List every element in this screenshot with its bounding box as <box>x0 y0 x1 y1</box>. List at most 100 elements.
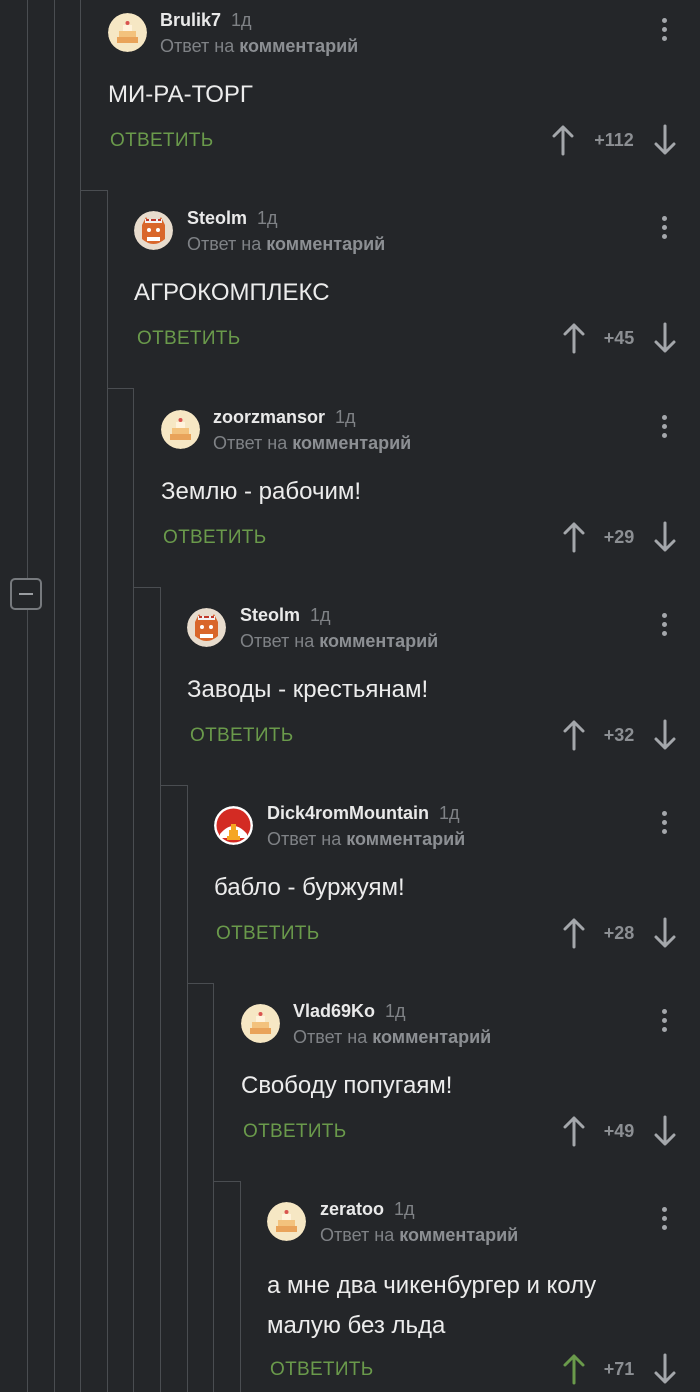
downvote-arrow-icon[interactable] <box>653 521 677 553</box>
downvote-arrow-icon[interactable] <box>653 1353 677 1385</box>
upvote-arrow-icon[interactable] <box>551 124 575 156</box>
default-cake-avatar-icon[interactable] <box>108 13 147 52</box>
comment-rating: +45 <box>603 328 635 348</box>
more-options-icon[interactable] <box>654 415 674 445</box>
comment-author[interactable]: zoorzmansor 1д <box>213 407 356 428</box>
reply-button[interactable]: ОТВЕТИТЬ <box>110 130 213 152</box>
thread-branch <box>133 587 160 588</box>
tiger-avatar-icon[interactable] <box>134 211 173 250</box>
tiger-avatar-icon[interactable] <box>187 608 226 647</box>
comment-text: МИ-РА-ТОРГ <box>108 81 253 108</box>
comment-author[interactable]: Steolm 1д <box>240 605 331 626</box>
username[interactable]: zeratoo <box>320 1199 384 1219</box>
reply-target-link[interactable]: комментарий <box>292 433 411 453</box>
reply-target-link[interactable]: комментарий <box>346 829 465 849</box>
thread-branch <box>80 190 107 191</box>
reply-prefix: Ответ на <box>160 36 235 56</box>
upvote-arrow-icon[interactable] <box>562 521 586 553</box>
comment-age: 1д <box>257 208 278 228</box>
reply-button[interactable]: ОТВЕТИТЬ <box>163 527 266 549</box>
upvote-arrow-icon[interactable] <box>562 1115 586 1147</box>
downvote-arrow-icon[interactable] <box>653 917 677 949</box>
more-options-icon[interactable] <box>654 811 674 841</box>
thread-line <box>160 587 161 1392</box>
default-cake-avatar-icon[interactable] <box>241 1004 280 1043</box>
username[interactable]: Brulik7 <box>160 10 221 30</box>
comment-rating: +71 <box>603 1359 635 1379</box>
thread-line <box>80 0 81 1392</box>
collapse-thread-button[interactable] <box>10 578 42 610</box>
more-options-icon[interactable] <box>654 18 674 48</box>
reply-to-label: Ответ на комментарий <box>293 1027 491 1048</box>
comment-age: 1д <box>335 407 356 427</box>
username[interactable]: zoorzmansor <box>213 407 325 427</box>
thread-line <box>27 0 28 1392</box>
comment-text: бабло - буржуям! <box>214 874 405 901</box>
comment-rating: +28 <box>603 923 635 943</box>
default-cake-avatar-icon[interactable] <box>161 410 200 449</box>
reply-target-link[interactable]: комментарий <box>319 631 438 651</box>
more-options-icon[interactable] <box>654 216 674 246</box>
more-options-icon[interactable] <box>654 613 674 643</box>
comment-rating: +112 <box>594 130 634 150</box>
comment-rating: +49 <box>603 1121 635 1141</box>
thread-line <box>133 388 134 1392</box>
downvote-arrow-icon[interactable] <box>653 124 677 156</box>
downvote-arrow-icon[interactable] <box>653 1115 677 1147</box>
comment-age: 1д <box>394 1199 415 1219</box>
comment-author[interactable]: zeratoo 1д <box>320 1199 415 1220</box>
comment-author[interactable]: Vlad69Ko 1д <box>293 1001 406 1022</box>
upvote-arrow-icon[interactable] <box>562 917 586 949</box>
upvote-arrow-icon[interactable] <box>562 719 586 751</box>
reply-button[interactable]: ОТВЕТИТЬ <box>216 923 319 945</box>
comment-author[interactable]: Dick4romMountain 1д <box>267 803 460 824</box>
reply-target-link[interactable]: комментарий <box>372 1027 491 1047</box>
thread-branch <box>213 1181 240 1182</box>
reply-to-label: Ответ на комментарий <box>160 36 358 57</box>
reply-button[interactable]: ОТВЕТИТЬ <box>137 328 240 350</box>
comment-text: а мне два чикенбургер и колу малую без л… <box>267 1266 596 1346</box>
upvote-arrow-icon[interactable] <box>562 1353 586 1385</box>
downvote-arrow-icon[interactable] <box>653 719 677 751</box>
username[interactable]: Steolm <box>240 605 300 625</box>
thread-branch <box>187 983 214 984</box>
reply-prefix: Ответ на <box>293 1027 368 1047</box>
thread-line <box>107 190 108 1392</box>
comment-author[interactable]: Steolm 1д <box>187 208 278 229</box>
thread-line <box>213 983 214 1392</box>
reply-prefix: Ответ на <box>320 1225 395 1245</box>
reply-button[interactable]: ОТВЕТИТЬ <box>243 1121 346 1143</box>
thread-line <box>54 0 55 1392</box>
comment-text: АГРОКОМПЛЕКС <box>134 279 330 306</box>
reply-to-label: Ответ на комментарий <box>267 829 465 850</box>
username[interactable]: Steolm <box>187 208 247 228</box>
reply-prefix: Ответ на <box>213 433 288 453</box>
reply-target-link[interactable]: комментарий <box>266 234 385 254</box>
comment-author[interactable]: Brulik7 1д <box>160 10 252 31</box>
minus-icon <box>19 593 33 595</box>
downvote-arrow-icon[interactable] <box>653 322 677 354</box>
thread-line <box>240 1181 241 1392</box>
username[interactable]: Dick4romMountain <box>267 803 429 823</box>
comment-text: Землю - рабочим! <box>161 478 362 505</box>
comment-text-line: малую без льда <box>267 1312 446 1339</box>
reply-target-link[interactable]: комментарий <box>239 36 358 56</box>
more-options-icon[interactable] <box>654 1207 674 1237</box>
thread-branch <box>160 785 187 786</box>
reply-to-label: Ответ на комментарий <box>213 433 411 454</box>
comment-age: 1д <box>439 803 460 823</box>
reply-button[interactable]: ОТВЕТИТЬ <box>190 725 293 747</box>
upvote-arrow-icon[interactable] <box>562 322 586 354</box>
reply-to-label: Ответ на комментарий <box>240 631 438 652</box>
temple-avatar-icon[interactable] <box>214 806 253 845</box>
more-options-icon[interactable] <box>654 1009 674 1039</box>
username[interactable]: Vlad69Ko <box>293 1001 375 1021</box>
comment-thread: Brulik7 1д Ответ на комментарий МИ-РА-ТОР… <box>0 0 700 1392</box>
reply-prefix: Ответ на <box>187 234 262 254</box>
reply-button[interactable]: ОТВЕТИТЬ <box>270 1359 373 1381</box>
comment-rating: +29 <box>603 527 635 547</box>
default-cake-avatar-icon[interactable] <box>267 1202 306 1241</box>
comment-text: Заводы - крестьянам! <box>187 676 429 703</box>
reply-target-link[interactable]: комментарий <box>399 1225 518 1245</box>
comment-age: 1д <box>385 1001 406 1021</box>
